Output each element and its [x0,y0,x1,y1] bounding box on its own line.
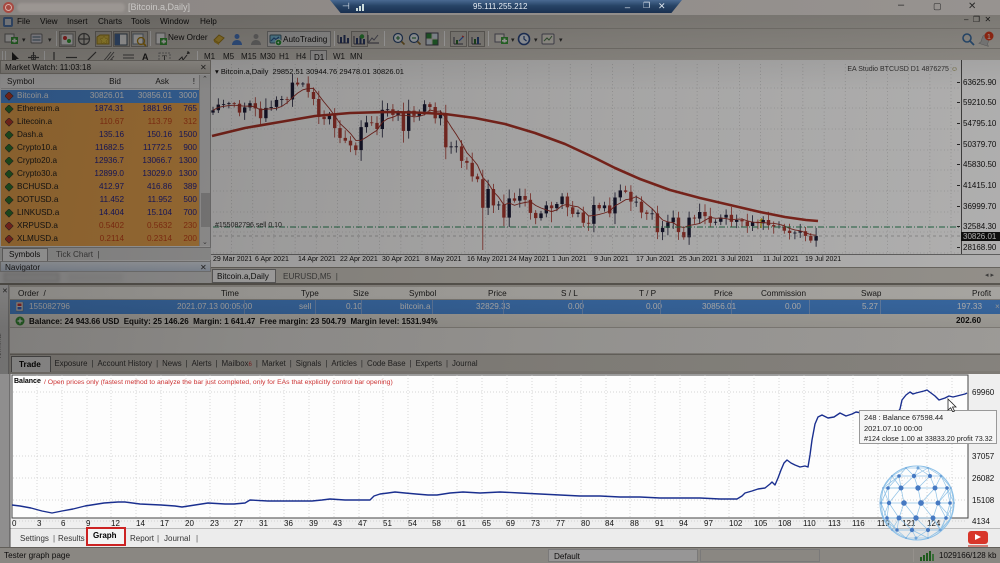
svg-text:1: 1 [987,34,991,41]
